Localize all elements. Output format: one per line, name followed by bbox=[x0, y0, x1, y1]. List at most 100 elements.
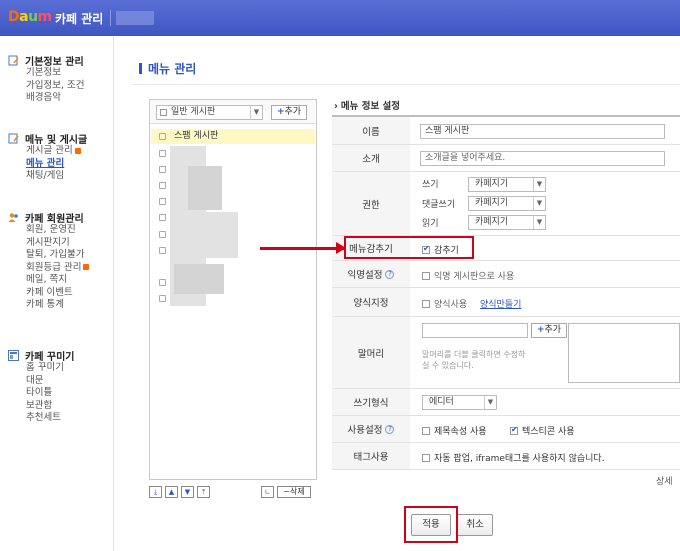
sidebar-item-home-decorate[interactable]: 홈 꾸미기 bbox=[8, 362, 74, 375]
select-value: 카페지기 bbox=[475, 179, 509, 189]
sidebar-group-title[interactable]: 메뉴 및 게시글 bbox=[8, 131, 87, 146]
board-toolbar: 일반 게시판 ▼ +추가 bbox=[150, 100, 316, 124]
sidebar-group-title[interactable]: 카페 회원관리 bbox=[8, 210, 89, 225]
sidebar-item-mail-notes[interactable]: 메일, 쪽지 bbox=[8, 274, 89, 287]
board-item-selected[interactable]: 스팸 게시판 bbox=[151, 129, 315, 144]
row-name: 이름 스팸 게시판 bbox=[332, 117, 680, 145]
logo-letter: a bbox=[19, 9, 29, 25]
move-down-button[interactable]: ▼ bbox=[181, 486, 194, 498]
sidebar-item-basic-info[interactable]: 기본정보 bbox=[8, 67, 84, 80]
detail-link[interactable]: 상세 bbox=[656, 474, 673, 487]
header-text-list[interactable] bbox=[568, 323, 680, 383]
title-attr-label: 제목속성 사용 bbox=[434, 427, 487, 437]
anonymous-label-text: 익명설정 bbox=[347, 270, 383, 281]
image-board-icon bbox=[159, 214, 166, 221]
board-actions: ∟ −삭제 bbox=[261, 486, 311, 498]
document-edit-icon bbox=[8, 133, 19, 144]
sidebar-item-join-info[interactable]: 가입정보, 조건 bbox=[8, 80, 84, 93]
logo-letter: u bbox=[28, 9, 38, 25]
add-header-text-button[interactable]: +추가 bbox=[531, 323, 567, 338]
daum-logo[interactable]: Daum bbox=[8, 9, 52, 25]
intro-input[interactable]: 소개글을 넣어주세요. bbox=[420, 151, 665, 166]
delete-board-button[interactable]: −삭제 bbox=[277, 486, 311, 498]
lock-icon bbox=[159, 295, 166, 302]
anonymous-option[interactable]: 익명 게시판으로 사용 bbox=[422, 269, 514, 282]
row-permission: 권한 쓰기 카페지기 ▼ 댓글쓰기 카페지기 ▼ 읽기 카페지기 ▼ bbox=[332, 172, 680, 236]
sidebar-item-chat-game[interactable]: 채팅/게임 bbox=[8, 170, 87, 183]
move-top-button[interactable]: ⤒ bbox=[197, 486, 210, 498]
write-format-select[interactable]: 에디터 ▼ bbox=[422, 395, 497, 410]
sidebar-item-withdrawal[interactable]: 탈퇴, 가입불가 bbox=[8, 249, 89, 262]
checkbox[interactable] bbox=[422, 454, 430, 462]
name-input[interactable]: 스팸 게시판 bbox=[420, 124, 665, 139]
row-write-format: 쓰기형식 에디터 ▼ bbox=[332, 389, 680, 416]
chevron-down-icon: ▼ bbox=[250, 106, 262, 119]
template-label: 양식지정 bbox=[332, 288, 410, 316]
texticon-option[interactable]: 텍스티콘 사용 bbox=[510, 424, 575, 437]
add-board-button[interactable]: +추가 bbox=[271, 105, 307, 120]
move-up-button[interactable]: ▲ bbox=[165, 486, 178, 498]
board-type-select[interactable]: 일반 게시판 ▼ bbox=[156, 105, 263, 120]
read-permission-select[interactable]: 카페지기 ▼ bbox=[468, 215, 546, 230]
lock-icon bbox=[159, 133, 166, 140]
header-text-input[interactable] bbox=[422, 323, 528, 338]
template-option[interactable]: 양식사용 bbox=[422, 297, 467, 310]
checkbox[interactable] bbox=[422, 427, 430, 435]
sidebar-group-title[interactable]: 기본정보 관리 bbox=[8, 53, 84, 68]
checkbox[interactable] bbox=[422, 300, 430, 308]
board-item-label: 스팸 게시판 bbox=[174, 131, 219, 141]
write-permission-select[interactable]: 카페지기 ▼ bbox=[468, 177, 546, 192]
sidebar-item-member-levels[interactable]: 회원등급 관리 bbox=[8, 262, 90, 275]
chevron-down-icon: ▼ bbox=[484, 396, 496, 409]
indent-button[interactable]: ∟ bbox=[261, 486, 274, 498]
document-icon bbox=[160, 109, 167, 116]
sidebar-item-events[interactable]: 카페 이벤트 bbox=[8, 287, 89, 300]
hint-line: 말머리를 더블 클릭하면 수정하 bbox=[422, 350, 526, 359]
add-header-text-label: 추가 bbox=[544, 325, 562, 335]
cancel-button[interactable]: 취소 bbox=[457, 514, 493, 536]
sidebar-item-recommended-sets[interactable]: 추천세트 bbox=[8, 412, 74, 425]
write-format-label: 쓰기형식 bbox=[332, 389, 410, 415]
sidebar-item-stats[interactable]: 카페 통계 bbox=[8, 299, 89, 312]
title-attr-option[interactable]: 제목속성 사용 bbox=[422, 424, 487, 437]
move-bottom-button[interactable]: ⤓ bbox=[149, 486, 162, 498]
highlight-box-hide-menu bbox=[344, 236, 474, 259]
sidebar-group-title[interactable]: 카페 꾸미기 bbox=[8, 348, 75, 363]
header-text-hint: 말머리를 더블 클릭하면 수정하실 수 있습니다. bbox=[422, 349, 525, 371]
sidebar-item-storage[interactable]: 보관함 bbox=[8, 400, 74, 413]
tag-option[interactable]: 자동 팝업, iframe태그를 사용하지 않습니다. bbox=[422, 451, 605, 464]
tag-option-label: 자동 팝업, iframe태그를 사용하지 않습니다. bbox=[434, 454, 605, 464]
select-value: 카페지기 bbox=[475, 217, 509, 227]
sidebar-group-label: 기본정보 관리 bbox=[25, 56, 84, 68]
layout-icon bbox=[8, 349, 19, 361]
users-icon bbox=[8, 212, 19, 223]
name-label: 이름 bbox=[332, 117, 410, 144]
checkbox[interactable] bbox=[422, 272, 430, 280]
board-icon bbox=[159, 150, 166, 157]
help-icon[interactable]: ? bbox=[385, 269, 395, 279]
sidebar-item-board-managers[interactable]: 게시판지기 bbox=[8, 237, 89, 250]
texticon-label: 텍스티콘 사용 bbox=[522, 427, 575, 437]
help-icon[interactable]: ? bbox=[385, 424, 395, 434]
divider bbox=[132, 84, 680, 85]
sidebar-item-post-management[interactable]: 게시글 관리 bbox=[8, 145, 87, 158]
sidebar-item-members-staff[interactable]: 회원, 운영진 bbox=[8, 224, 89, 237]
logo-letter: D bbox=[8, 9, 20, 25]
new-badge-icon bbox=[74, 147, 81, 154]
new-badge-icon bbox=[83, 264, 90, 270]
checkbox-checked[interactable] bbox=[510, 425, 518, 435]
sidebar-item-title[interactable]: 타이틀 bbox=[8, 387, 74, 400]
sidebar-item-bgm[interactable]: 배경음악 bbox=[8, 92, 84, 105]
comment-permission-select[interactable]: 카페지기 ▼ bbox=[468, 196, 546, 211]
sidebar-group-label: 카페 꾸미기 bbox=[25, 351, 75, 363]
create-template-link[interactable]: 양식만들기 bbox=[480, 297, 521, 310]
sidebar-item-front-gate[interactable]: 대문 bbox=[8, 375, 74, 388]
sidebar-item-menu-management[interactable]: 메뉴 관리 bbox=[8, 158, 87, 171]
usage-label: 사용설정? bbox=[332, 416, 410, 442]
sidebar-group-label: 카페 회원관리 bbox=[25, 213, 84, 225]
hint-line: 실 수 있습니다. bbox=[422, 361, 474, 370]
cafe-name-redacted bbox=[116, 11, 154, 25]
lock-icon bbox=[159, 166, 166, 173]
anonymous-option-label: 익명 게시판으로 사용 bbox=[434, 272, 515, 282]
logo-letter: m bbox=[37, 9, 53, 25]
